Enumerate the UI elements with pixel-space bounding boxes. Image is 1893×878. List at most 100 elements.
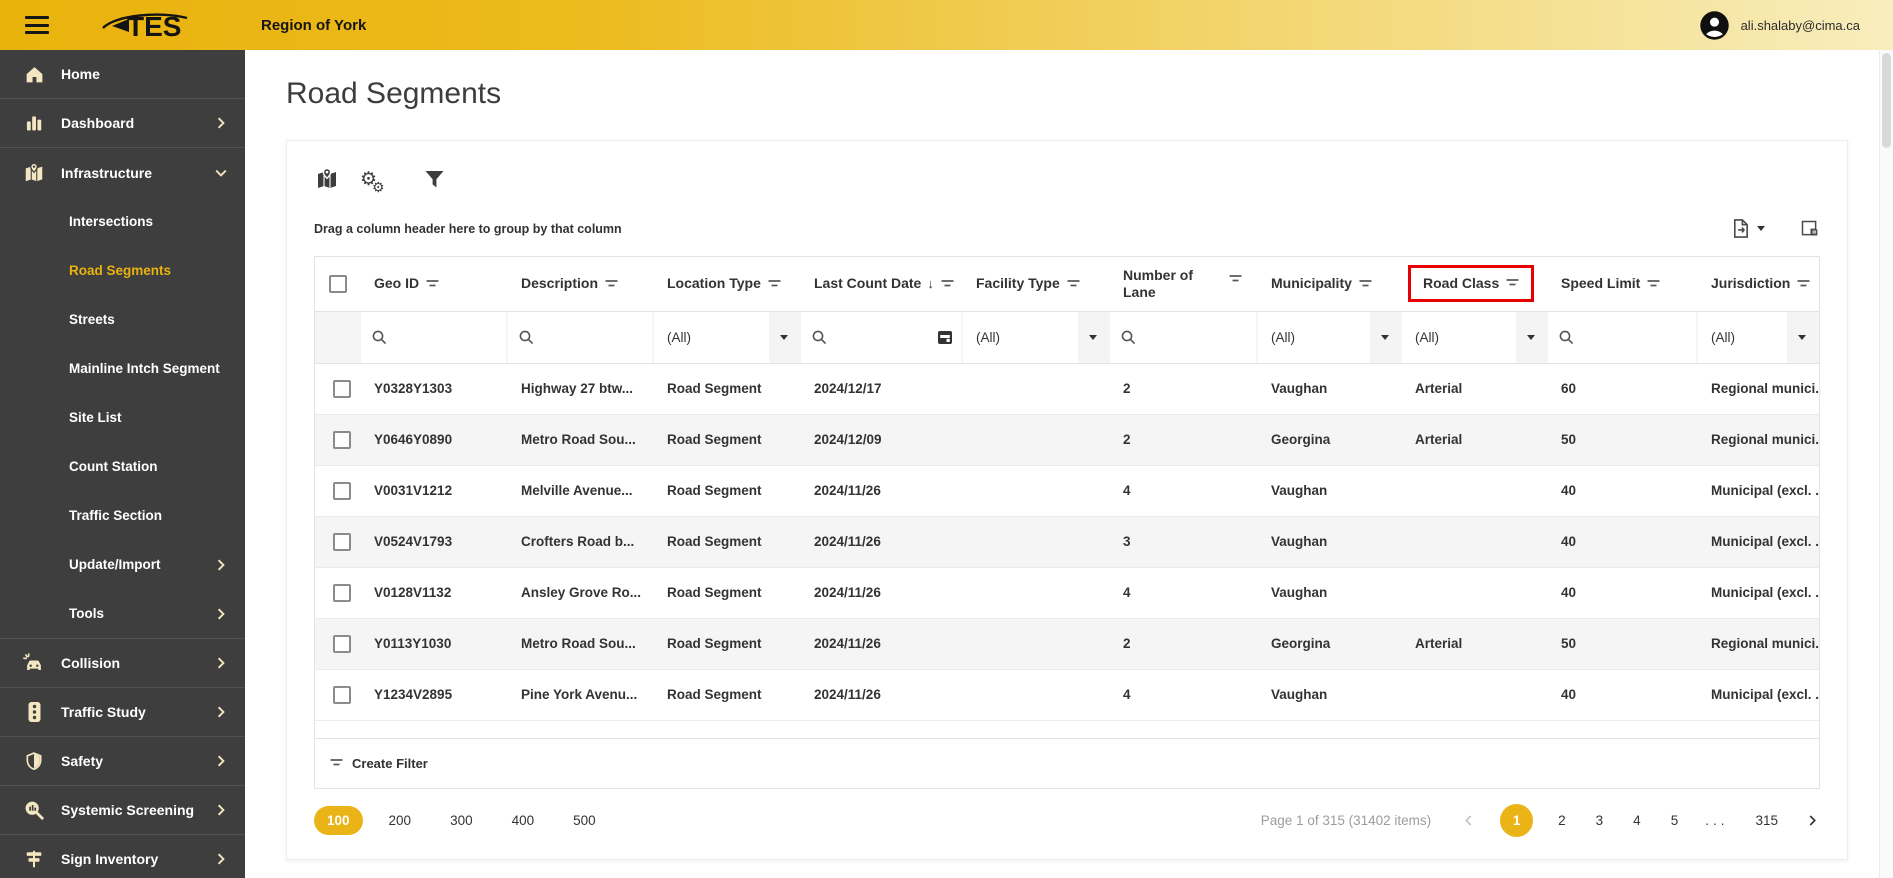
header-filter-icon[interactable] (605, 276, 618, 292)
speed-limit-search-input[interactable] (1548, 311, 1696, 362)
page-number[interactable]: 3 (1596, 813, 1604, 828)
location-type-select[interactable]: (All) (654, 311, 799, 362)
municipality-select[interactable]: (All) (1258, 311, 1400, 362)
description-search-input[interactable] (508, 311, 652, 362)
sidebar-item-tools[interactable]: Tools (0, 589, 245, 638)
header-filter-icon[interactable] (768, 276, 781, 292)
cell-speed-limit: 60 (1548, 363, 1698, 415)
table-row[interactable]: V0031V1212 Melville Avenue... Road Segme… (315, 465, 1819, 517)
header-filter-icon[interactable] (1229, 271, 1242, 287)
table-row[interactable]: V0524V1793 Crofters Road b... Road Segme… (315, 516, 1819, 568)
dropdown-button[interactable] (1370, 311, 1400, 362)
page-size-option[interactable]: 300 (450, 813, 473, 828)
row-checkbox[interactable] (332, 634, 351, 653)
dropdown-button[interactable] (769, 311, 799, 362)
column-header-last-count-date[interactable]: Last Count Date ↓ (801, 257, 963, 312)
sidebar-item-site-list[interactable]: Site List (0, 393, 245, 442)
column-header-jurisdiction[interactable]: Jurisdiction (1698, 257, 1819, 312)
table-row[interactable]: Y0646Y0890 Metro Road Sou... Road Segmen… (315, 414, 1819, 466)
settings-gears-button[interactable]: ⚙ ⚙ (360, 170, 390, 194)
previous-page-icon[interactable] (1461, 813, 1476, 828)
hamburger-menu-icon[interactable] (25, 16, 49, 34)
column-header-geo-id[interactable]: Geo ID (361, 257, 508, 312)
row-checkbox[interactable] (332, 685, 351, 704)
user-email: ali.shalaby@cima.ca (1740, 17, 1860, 33)
sidebar-item-road-segments[interactable]: Road Segments (0, 246, 245, 295)
jurisdiction-select[interactable]: (All) (1698, 311, 1817, 362)
sidebar-item-systemic-screening[interactable]: Systemic Screening (0, 786, 245, 835)
sidebar-item-dashboard[interactable]: Dashboard (0, 99, 245, 148)
header-filter-icon[interactable] (1067, 276, 1080, 292)
sidebar-item-safety[interactable]: Safety (0, 737, 245, 786)
map-view-button[interactable] (314, 167, 340, 191)
export-button[interactable] (1731, 218, 1765, 239)
grid-scroll-strip[interactable] (315, 720, 1819, 738)
select-all-checkbox[interactable] (329, 274, 347, 293)
scrollbar-thumb[interactable] (1882, 53, 1891, 148)
page-number[interactable]: 5 (1671, 813, 1679, 828)
sidebar-subitem-label: Intersections (69, 214, 154, 229)
page-number[interactable]: 315 (1755, 813, 1778, 828)
geo-id-search-input[interactable] (361, 311, 506, 362)
header-filter-icon[interactable] (1506, 275, 1519, 291)
sidebar-subitem-label: Site List (69, 410, 122, 425)
sidebar-item-sign-inventory[interactable]: Sign Inventory (0, 835, 245, 878)
page-size-option[interactable]: 400 (512, 813, 535, 828)
page-size-option[interactable]: 100 (314, 805, 363, 835)
row-checkbox[interactable] (332, 430, 351, 449)
column-header-speed-limit[interactable]: Speed Limit (1548, 257, 1698, 312)
header-filter-icon[interactable] (941, 276, 954, 292)
page-size-option[interactable]: 500 (573, 813, 596, 828)
sidebar-item-count-station[interactable]: Count Station (0, 442, 245, 491)
road-class-select[interactable]: (All) (1402, 311, 1546, 362)
table-row[interactable]: V0128V1132 Ansley Grove Ro... Road Segme… (315, 567, 1819, 619)
sidebar-item-update-import[interactable]: Update/Import (0, 540, 245, 589)
column-header-municipality[interactable]: Municipality (1258, 257, 1402, 312)
user-area[interactable]: ali.shalaby@cima.ca (1699, 10, 1860, 41)
row-checkbox[interactable] (332, 481, 351, 500)
number-of-lane-search-input[interactable] (1110, 311, 1256, 362)
filter-funnel-button[interactable] (424, 170, 445, 189)
last-count-date-input[interactable] (801, 311, 961, 362)
dropdown-button[interactable] (1516, 311, 1546, 362)
next-page-icon[interactable] (1805, 813, 1820, 828)
dropdown-button[interactable] (1787, 311, 1817, 362)
sidebar-item-traffic-section[interactable]: Traffic Section (0, 491, 245, 540)
cell-geo-id: V0524V1793 (361, 516, 508, 568)
column-header-road-class[interactable]: Road Class (1402, 257, 1548, 312)
user-avatar-icon[interactable] (1699, 10, 1730, 41)
header-filter-icon[interactable] (1359, 276, 1372, 292)
calendar-icon[interactable] (937, 329, 953, 345)
page-number[interactable]: 2 (1558, 813, 1566, 828)
column-chooser-button[interactable] (1799, 218, 1820, 239)
create-filter-button[interactable]: Create Filter (315, 737, 1819, 788)
sidebar-item-traffic-study[interactable]: Traffic Study (0, 688, 245, 737)
row-checkbox[interactable] (332, 379, 351, 398)
sidebar-item-infrastructure[interactable]: Infrastructure (0, 148, 245, 197)
sidebar-item-streets[interactable]: Streets (0, 295, 245, 344)
row-checkbox[interactable] (332, 583, 351, 602)
column-header-description[interactable]: Description (508, 257, 654, 312)
header-filter-icon[interactable] (426, 276, 439, 292)
header-filter-icon[interactable] (1647, 276, 1660, 292)
column-header-location-type[interactable]: Location Type (654, 257, 801, 312)
page-number[interactable]: 4 (1633, 813, 1641, 828)
sidebar-item-mainline-intch-segment[interactable]: Mainline Intch Segment (0, 344, 245, 393)
table-row[interactable]: Y1234V2895 Pine York Avenu... Road Segme… (315, 669, 1819, 721)
sidebar-item-intersections[interactable]: Intersections (0, 197, 245, 246)
dropdown-button[interactable] (1078, 311, 1108, 362)
vertical-scrollbar[interactable] (1879, 50, 1893, 878)
column-header-number-of-lane[interactable]: Number of Lane (1110, 257, 1258, 312)
row-checkbox[interactable] (332, 532, 351, 551)
header-filter-icon[interactable] (1797, 276, 1810, 292)
page-number[interactable]: 1 (1500, 803, 1534, 837)
column-header-facility-type[interactable]: Facility Type (963, 257, 1110, 312)
facility-type-select[interactable]: (All) (963, 311, 1108, 362)
sidebar-item-home[interactable]: Home (0, 50, 245, 99)
page-size-option[interactable]: 200 (389, 813, 412, 828)
table-row[interactable]: Y0328Y1303 Highway 27 btw... Road Segmen… (315, 363, 1819, 415)
signpost-icon (20, 848, 48, 870)
tes-logo[interactable]: TES (99, 7, 199, 43)
sidebar-item-collision[interactable]: Collision (0, 639, 245, 688)
table-row[interactable]: Y0113Y1030 Metro Road Sou... Road Segmen… (315, 618, 1819, 670)
